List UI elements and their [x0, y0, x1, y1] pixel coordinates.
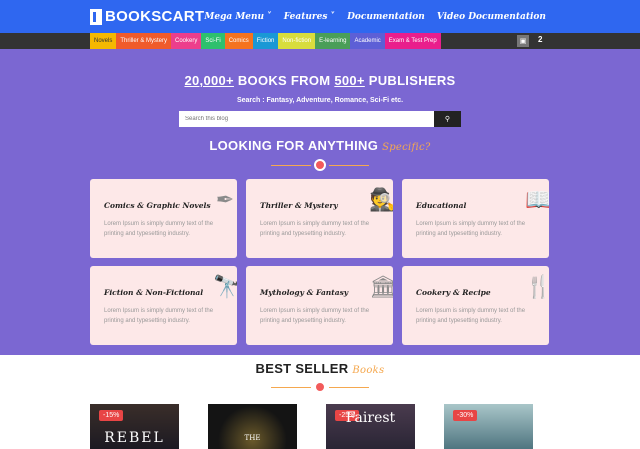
category-card-educational[interactable]: Educational Lorem Ipsum is simply dummy …: [402, 179, 549, 258]
book-cover-title: THE: [244, 434, 261, 442]
category-bar: Novels Thriller & Mystery Cookery Sci-Fi…: [0, 33, 640, 49]
category-card-cookery[interactable]: Cookery & Recipe Lorem Ipsum is simply d…: [402, 266, 549, 345]
nav-mega-menu[interactable]: Mega Menu ˅: [204, 12, 271, 22]
title-divider: [271, 159, 369, 171]
book-icon: 📖: [525, 187, 549, 212]
card-desc: Lorem Ipsum is simply dummy text of the …: [260, 221, 370, 237]
category-card-mythology[interactable]: Mythology & Fantasy Lorem Ipsum is simpl…: [246, 266, 393, 345]
book-card[interactable]: -15% REBEL: [90, 404, 179, 449]
search-icon: ⚲: [444, 116, 451, 123]
category-card-fiction[interactable]: Fiction & Non-Fictional Lorem Ipsum is s…: [90, 266, 237, 345]
card-title: Cookery & Recipe: [416, 288, 491, 297]
category-elearning[interactable]: E-learning: [315, 33, 351, 49]
search-form: ⚲: [179, 111, 461, 127]
card-title: Thriller & Mystery: [260, 201, 338, 210]
cutlery-icon: 🍴: [525, 274, 549, 299]
bestseller-title: BEST SELLER Books: [255, 361, 385, 376]
search-input[interactable]: [179, 111, 434, 127]
bestseller-divider: [271, 381, 369, 393]
card-desc: Lorem Ipsum is simply dummy text of the …: [104, 308, 214, 324]
nav-features[interactable]: Features ˅: [284, 12, 335, 22]
category-thriller[interactable]: Thriller & Mystery: [116, 33, 172, 49]
book-card[interactable]: -30%: [444, 404, 533, 449]
category-nonfiction[interactable]: Non-fiction: [278, 33, 316, 49]
card-title: Fiction & Non-Fictional: [104, 288, 204, 297]
brand-logo[interactable]: BOOKSCART: [90, 8, 204, 25]
card-title: Comics & Graphic Novels: [104, 201, 211, 210]
book-cover-title: Fairest: [345, 410, 396, 426]
category-comics[interactable]: Comics: [224, 33, 253, 49]
category-card-thriller[interactable]: Thriller & Mystery Lorem Ipsum is simply…: [246, 179, 393, 258]
hero-headline: 20,000+ BOOKS FROM 500+ PUBLISHERS: [184, 73, 456, 88]
card-desc: Lorem Ipsum is simply dummy text of the …: [260, 308, 370, 324]
category-card-comics[interactable]: Comics & Graphic Novels Lorem Ipsum is s…: [90, 179, 237, 258]
category-novels[interactable]: Novels: [90, 33, 117, 49]
card-title: Educational: [416, 201, 467, 210]
category-fiction[interactable]: Fiction: [252, 33, 279, 49]
card-title: Mythology & Fantasy: [260, 288, 349, 297]
book-card[interactable]: THE: [208, 404, 297, 449]
category-academic[interactable]: Academic: [350, 33, 385, 49]
discount-badge: -15%: [99, 410, 124, 421]
top-navbar: BOOKSCART Mega Menu ˅ Features ˅ Documen…: [0, 0, 640, 33]
card-desc: Lorem Ipsum is simply dummy text of the …: [416, 221, 526, 237]
main-nav: Mega Menu ˅ Features ˅ Documentation Vid…: [204, 12, 546, 22]
nav-video-documentation[interactable]: Video Documentation: [437, 12, 546, 22]
card-desc: Lorem Ipsum is simply dummy text of the …: [416, 308, 526, 324]
detective-icon: 🕵: [369, 187, 393, 212]
card-desc: Lorem Ipsum is simply dummy text of the …: [104, 221, 214, 237]
temple-icon: 🏛: [369, 274, 393, 299]
book-card[interactable]: -25% Fairest: [326, 404, 415, 449]
discount-badge: -30%: [453, 410, 478, 421]
book-icon: [314, 381, 326, 393]
cart-count: 2: [538, 35, 543, 44]
brand-name: BOOKSCART: [105, 8, 205, 25]
category-cookery[interactable]: Cookery: [171, 33, 202, 49]
category-scifi[interactable]: Sci-Fi: [201, 33, 225, 49]
book-cover-title: REBEL: [104, 430, 165, 446]
pen-icon: ✒: [215, 187, 235, 212]
hero-subline: Search : Fantasy, Adventure, Romance, Sc…: [236, 97, 404, 104]
book-icon: [314, 159, 326, 171]
section-title: LOOKING FOR ANYTHING Specific?: [209, 138, 431, 153]
category-exam[interactable]: Exam & Test Prep: [384, 33, 441, 49]
books-icon: [90, 8, 102, 25]
telescope-icon: 🔭: [213, 274, 237, 299]
cart-icon[interactable]: ▣: [517, 35, 529, 47]
nav-documentation[interactable]: Documentation: [347, 12, 425, 22]
search-button[interactable]: ⚲: [434, 111, 461, 127]
